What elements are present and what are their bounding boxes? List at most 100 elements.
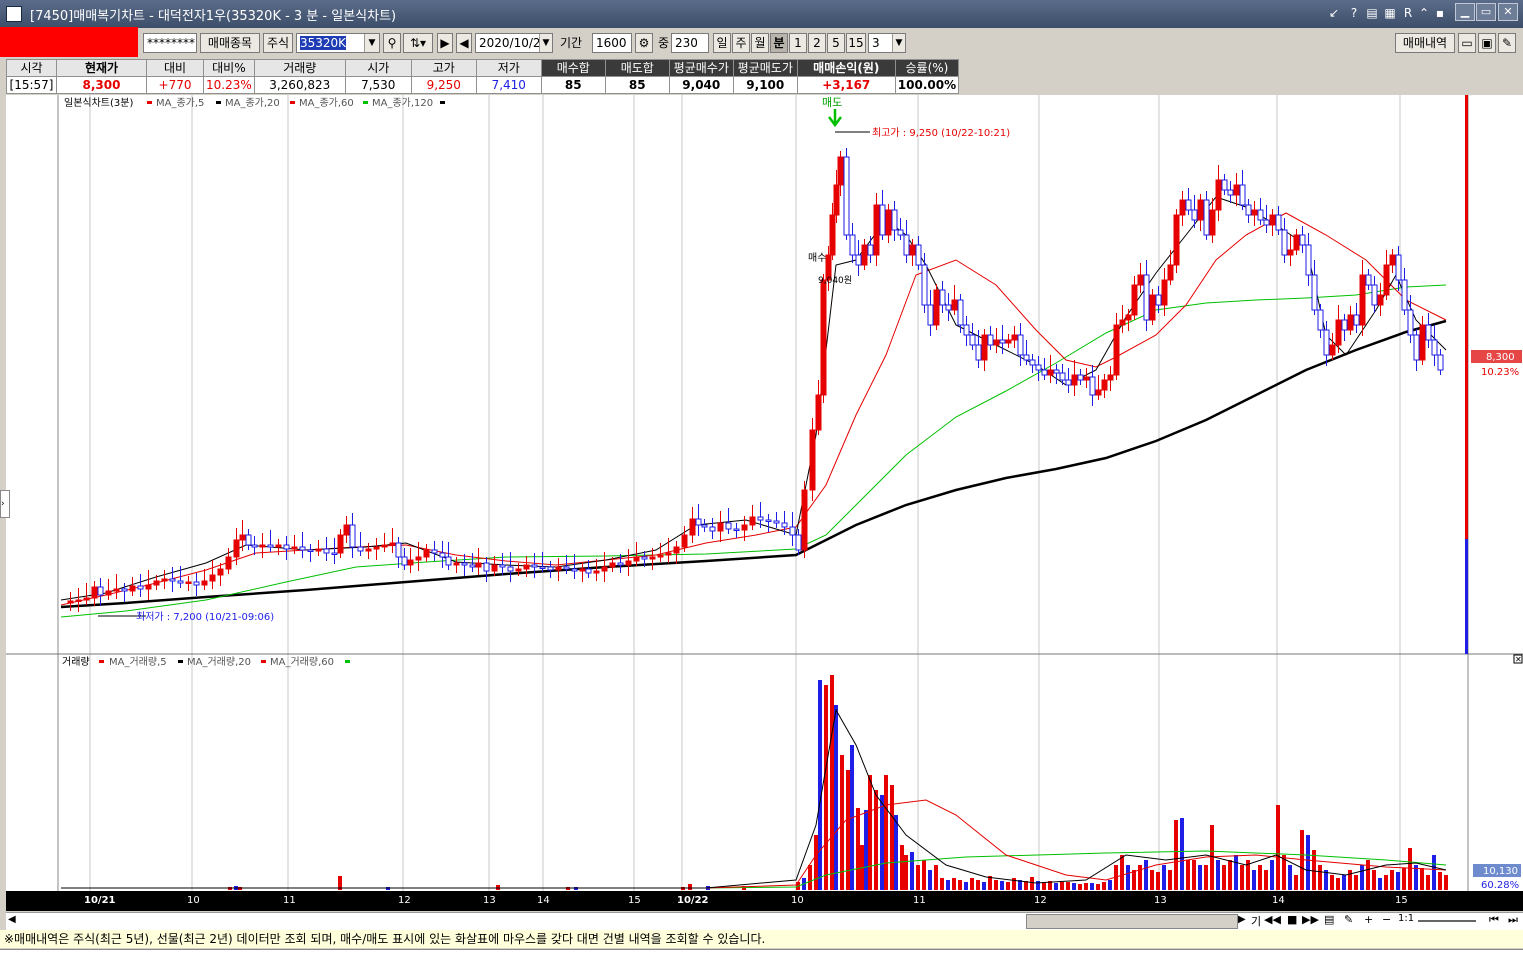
candle[interactable] [717,522,724,532]
volume-bar[interactable] [1444,875,1448,890]
scroll-right-icon[interactable]: ▶ [1238,914,1246,925]
volume-bar[interactable] [1126,865,1130,890]
candle[interactable] [291,546,298,550]
candle[interactable] [789,526,796,536]
candle[interactable] [571,568,578,572]
volume-bar[interactable] [884,775,888,890]
candle[interactable] [933,289,940,326]
volume-bar[interactable] [890,785,894,890]
volume-bar[interactable] [1054,883,1058,890]
volume-bar[interactable] [982,882,986,890]
volume-bar[interactable] [1288,865,1292,890]
volume-bar[interactable] [1222,865,1226,890]
volume-bar[interactable] [976,880,980,890]
candle[interactable] [97,586,104,596]
candle[interactable] [1371,284,1378,306]
volume-bar[interactable] [1294,875,1298,890]
candle[interactable] [625,560,632,566]
volume-bar[interactable] [1438,872,1442,890]
candle[interactable] [1245,204,1252,216]
volume-bar[interactable] [1384,875,1388,890]
candle[interactable] [453,562,460,566]
candle[interactable] [999,339,1006,344]
candle[interactable] [1329,344,1336,356]
candle[interactable] [491,564,498,572]
candle[interactable] [861,244,868,266]
volume-bar[interactable] [1360,865,1364,890]
candle[interactable] [251,544,258,548]
volume-bar[interactable] [1186,860,1190,890]
candle[interactable] [1101,379,1108,391]
rewind-icon[interactable]: ◀◀ [1264,913,1281,926]
volume-bar[interactable] [910,852,914,890]
candle[interactable] [407,559,414,566]
candle[interactable] [641,556,648,560]
candle[interactable] [113,588,120,592]
pin-icon[interactable]: ⌃ [1416,4,1432,22]
volume-bar[interactable] [916,865,920,890]
candle[interactable] [849,234,856,256]
candle[interactable] [349,524,356,548]
candle[interactable] [1107,374,1114,381]
candle[interactable] [515,568,522,572]
candle[interactable] [609,562,616,568]
volume-bar[interactable] [880,795,884,890]
candle[interactable] [593,570,600,574]
candle[interactable] [1275,214,1282,231]
candle[interactable] [1227,189,1234,196]
indicator-label[interactable]: 기 [1251,913,1261,929]
candle[interactable] [337,534,344,554]
volume-bar[interactable] [1150,870,1154,890]
period-2-button[interactable]: 2 [808,33,826,53]
volume-series[interactable] [228,675,1448,890]
volume-bar[interactable] [1432,855,1436,890]
chart-area[interactable]: 일본식차트(3분) MA_종가,5 MA_종가,20 MA_종가,60 MA_종… [6,95,1523,891]
candle[interactable] [1431,339,1438,356]
candle[interactable] [343,524,350,536]
candle[interactable] [681,534,688,548]
volume-bar[interactable] [934,865,938,890]
candle[interactable] [1191,209,1198,221]
candle[interactable] [939,289,946,306]
volume-bar[interactable] [1216,860,1220,890]
candle[interactable] [1095,389,1102,396]
candle[interactable] [177,580,184,584]
chevron-down-icon[interactable]: ▼ [364,34,379,52]
volume-bar[interactable] [1354,875,1358,890]
trade-item-button[interactable]: 매매종목 [200,33,260,53]
volume-bar[interactable] [1192,860,1196,890]
candle[interactable] [161,578,168,582]
panel-icon[interactable]: ▤ [1324,913,1334,926]
candle[interactable] [993,339,1000,346]
side-panel-toggle[interactable]: › [0,490,10,518]
candle[interactable] [283,544,290,550]
volume-bar[interactable] [1264,870,1268,890]
candle[interactable] [1155,294,1162,306]
candle[interactable] [239,534,246,541]
volume-bar[interactable] [1396,872,1400,890]
candle[interactable] [1089,376,1096,396]
candle[interactable] [267,544,274,548]
candle[interactable] [137,585,144,590]
candle[interactable] [483,562,490,572]
volume-bar[interactable] [1228,860,1232,890]
candle[interactable] [1347,314,1354,331]
candle[interactable] [891,209,898,231]
volume-bar[interactable] [1180,818,1184,890]
candle[interactable] [927,304,934,326]
candle[interactable] [657,554,664,558]
candle[interactable] [833,184,840,216]
period-week-button[interactable]: 주 [732,33,750,53]
volume-bar[interactable] [1258,865,1262,890]
candle[interactable] [987,334,994,346]
volume-bar[interactable] [1084,883,1088,890]
first-page-icon[interactable]: ⏮ [1489,913,1499,927]
candle[interactable] [1035,364,1042,371]
volume-bar[interactable] [808,865,812,890]
candle[interactable] [1047,369,1054,376]
volume-bar[interactable] [1426,875,1430,890]
candle[interactable] [1167,264,1174,281]
chart-scrollbar[interactable]: ◀ ▶ 기 ◀◀ ■ ▶▶ ▤ ✎ + − 1:1 ⏮ ⏭ [6,912,1523,931]
candle[interactable] [1383,264,1390,296]
volume-bar[interactable] [688,884,692,890]
